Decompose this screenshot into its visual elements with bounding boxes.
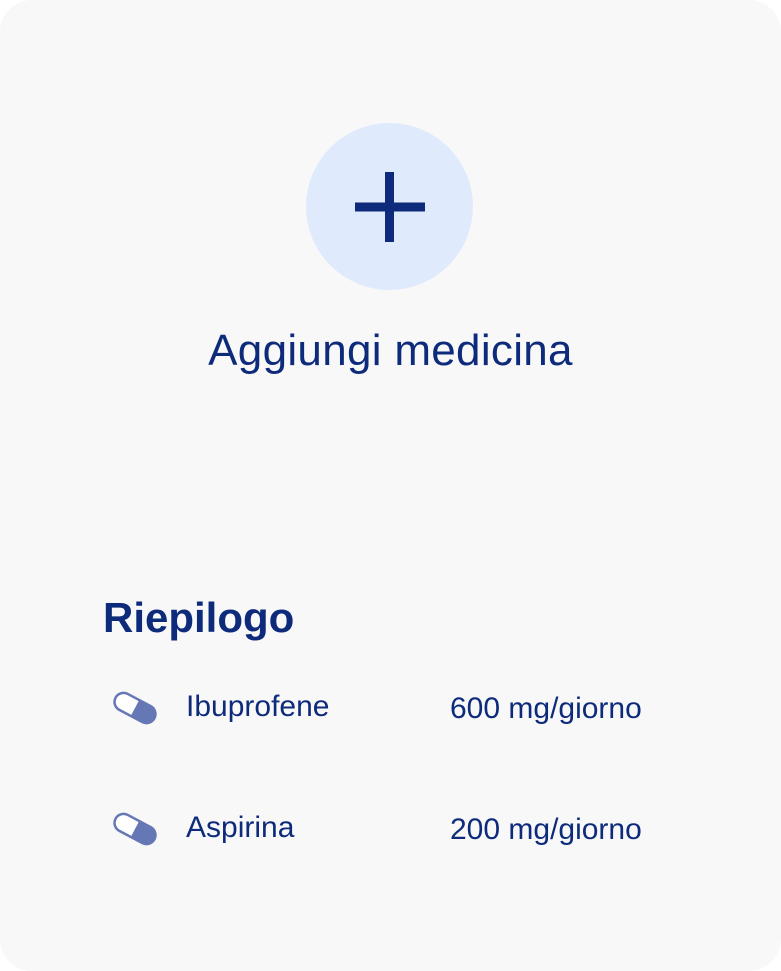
add-medicine-button[interactable] [306,123,473,290]
pill-capsule-icon [113,812,157,846]
medicine-name: Aspirina [186,811,295,844]
medicine-card: Aggiungi medicina Riepilogo Ibuprofene 6… [0,0,781,971]
medicine-dose: 600 mg/giorno [450,692,642,725]
add-medicine-label[interactable]: Aggiungi medicina [0,326,781,376]
medicine-row: Ibuprofene 600 mg/giorno [0,682,781,742]
medicine-dose: 200 mg/giorno [450,813,642,846]
summary-title: Riepilogo [103,594,295,641]
medicine-row: Aspirina 200 mg/giorno [0,803,781,863]
pill-capsule-icon [113,691,157,725]
plus-icon [354,171,425,242]
medicine-name: Ibuprofene [186,690,330,723]
